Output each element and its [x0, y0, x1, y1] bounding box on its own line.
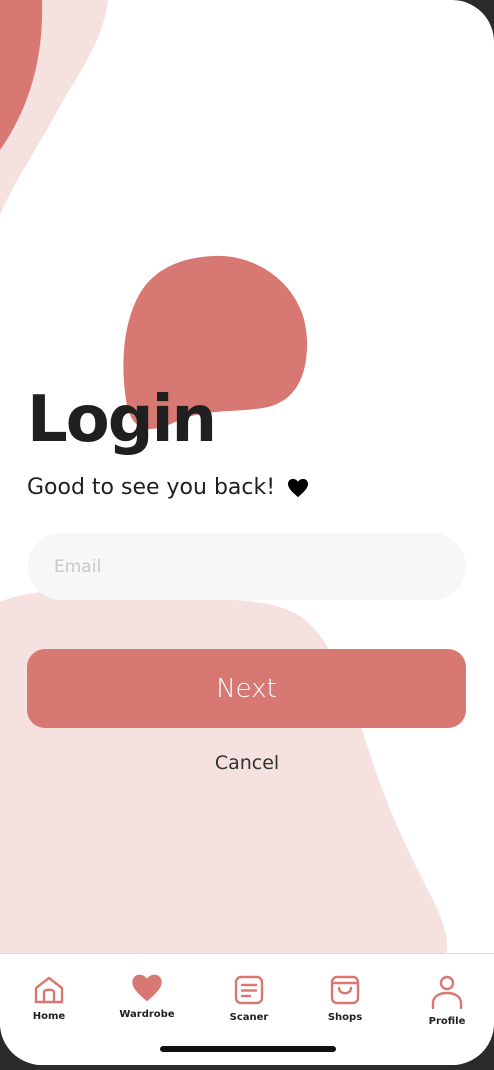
tab-scaner[interactable]: Scaner [222, 974, 276, 1023]
page-title: Login [27, 383, 217, 457]
heart-icon [132, 974, 162, 1002]
login-screen: Login Good to see you back! Next Cancel … [0, 0, 494, 1065]
shopping-bag-icon [330, 975, 360, 1005]
email-input[interactable] [28, 533, 466, 600]
next-button[interactable]: Next [27, 649, 466, 728]
document-icon [234, 975, 264, 1005]
tab-label: Shops [327, 1012, 363, 1023]
tab-home[interactable]: Home [22, 975, 76, 1022]
home-indicator [160, 1046, 336, 1052]
welcome-text-label: Good to see you back! [27, 475, 276, 500]
home-icon [34, 976, 64, 1004]
tab-label: Home [32, 1011, 66, 1022]
welcome-text: Good to see you back! [27, 474, 309, 502]
tab-label: Wardrobe [119, 1009, 175, 1020]
user-icon [431, 975, 463, 1010]
tab-label: Profile [428, 1016, 466, 1027]
tab-profile[interactable]: Profile [420, 974, 474, 1027]
cancel-link[interactable]: Cancel [0, 752, 494, 774]
heart-icon [288, 478, 309, 498]
tab-shops[interactable]: Shops [318, 974, 372, 1023]
tab-label: Scaner [229, 1012, 269, 1023]
tab-wardrobe[interactable]: Wardrobe [117, 973, 177, 1020]
